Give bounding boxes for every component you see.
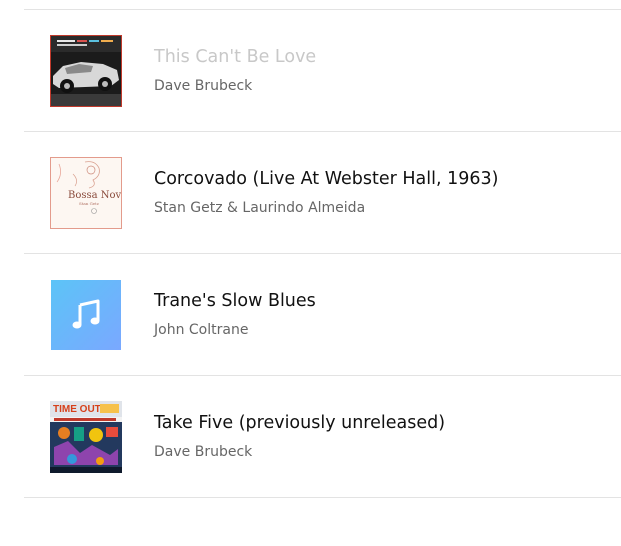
album-art-text: TIME OUT: [53, 404, 101, 415]
music-note-placeholder-icon: [72, 299, 100, 329]
time-out-album-art: TIME OUT: [50, 401, 122, 473]
track-artist: John Coltrane: [154, 322, 249, 338]
track-title: Trane's Slow Blues: [154, 291, 316, 311]
track-artist: Dave Brubeck: [154, 444, 253, 460]
track-artist: Dave Brubeck: [154, 78, 253, 94]
track-artist: Stan Getz & Laurindo Almeida: [154, 200, 366, 216]
track-title: Take Five (previously unreleased): [154, 413, 446, 433]
album-art-text: Bossa Nova: [68, 190, 121, 201]
track-row[interactable]: This Can't Be Love Dave Brubeck: [24, 10, 621, 132]
track-title: This Can't Be Love: [154, 47, 317, 67]
bossa-nova-album-art: Bossa Nova Stan Getz: [51, 158, 121, 228]
album-art: Bossa Nova Stan Getz: [50, 157, 122, 229]
track-row[interactable]: TIME OUT Take Five (previously unrelease…: [24, 376, 621, 498]
convertible-car-album-art: [51, 36, 121, 106]
track-row[interactable]: Trane's Slow Blues John Coltrane: [24, 254, 621, 376]
row-divider: [24, 497, 621, 498]
track-row[interactable]: Bossa Nova Stan Getz Corcovado (Live At …: [24, 132, 621, 254]
svg-text:Stan Getz: Stan Getz: [79, 201, 99, 206]
album-art: TIME OUT: [50, 401, 122, 473]
album-art: [50, 35, 122, 107]
album-art: [51, 280, 121, 350]
track-title: Corcovado (Live At Webster Hall, 1963): [154, 169, 499, 189]
